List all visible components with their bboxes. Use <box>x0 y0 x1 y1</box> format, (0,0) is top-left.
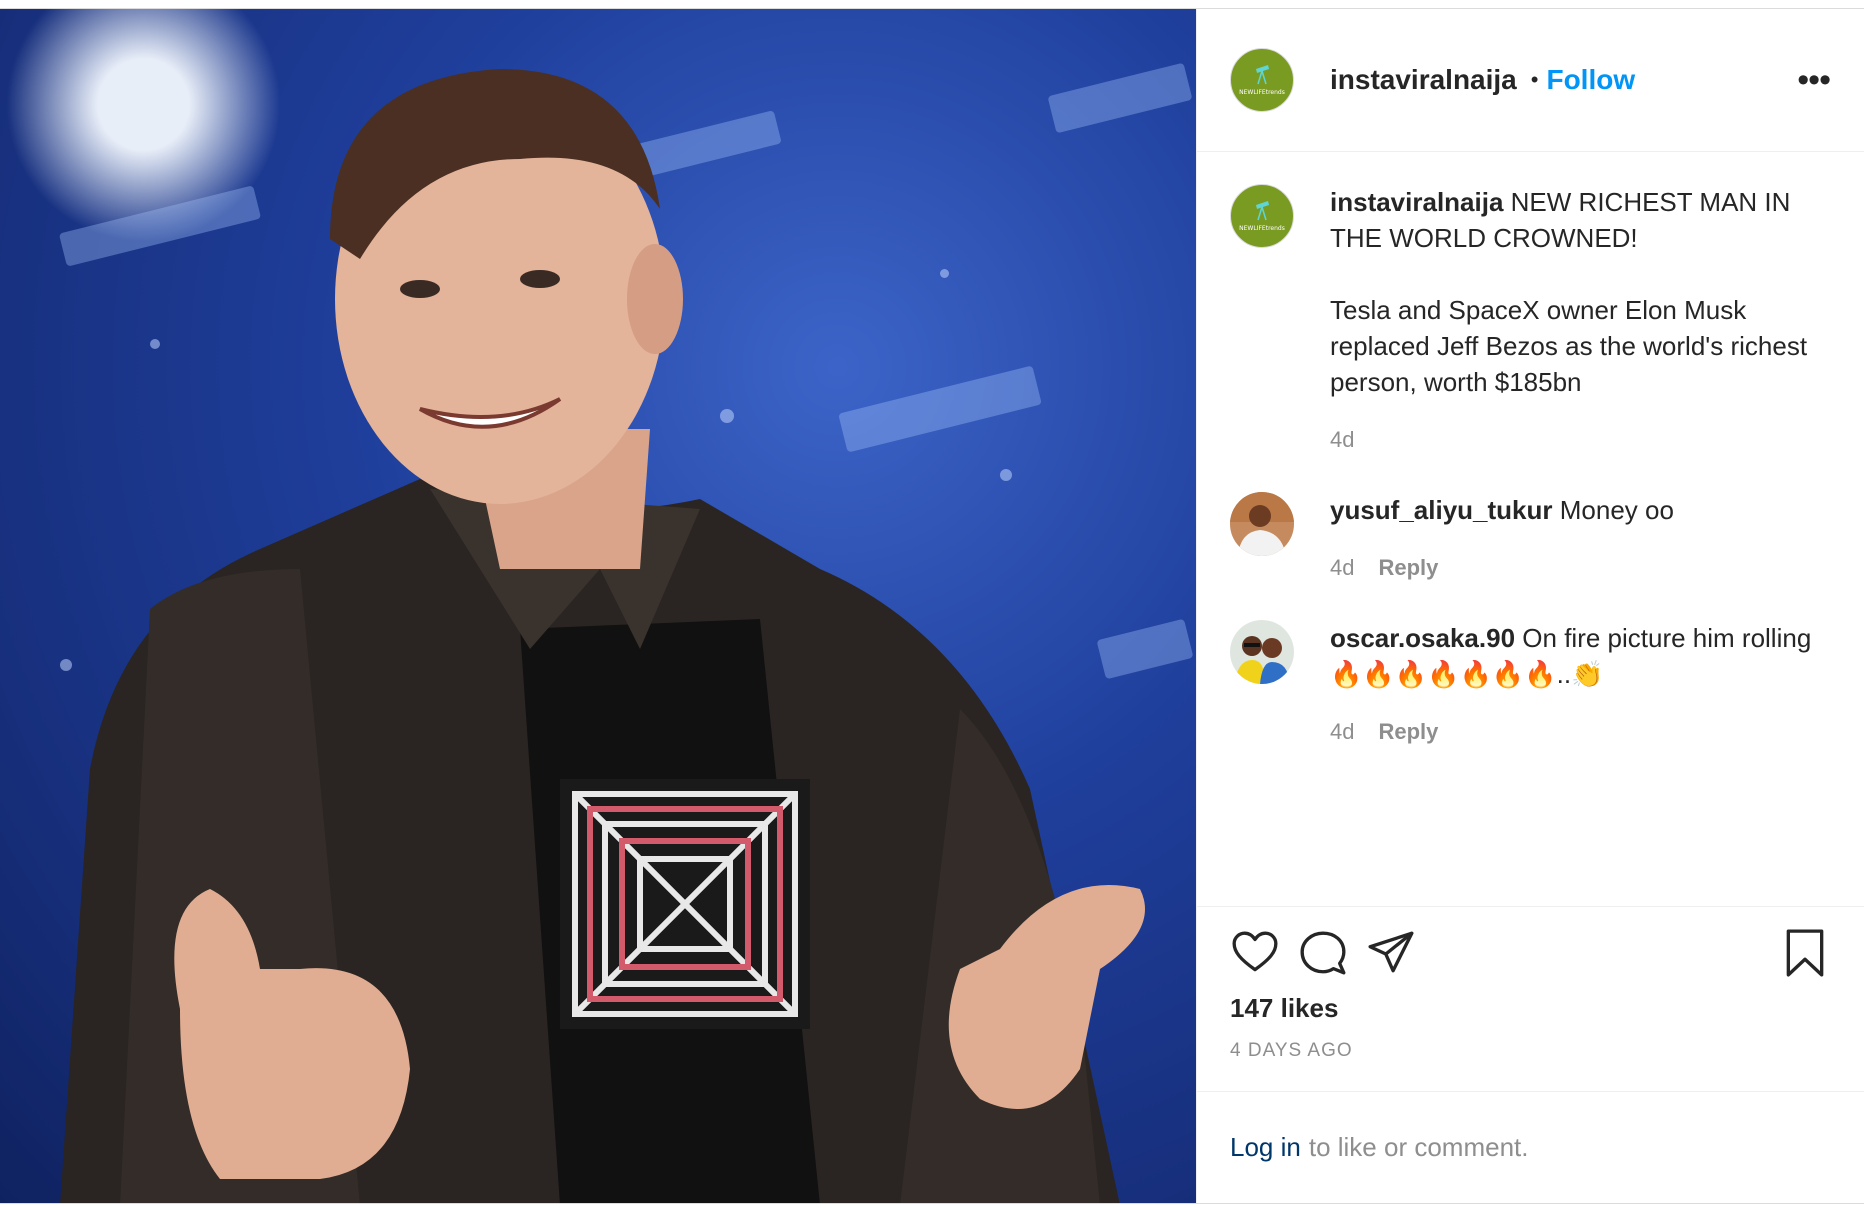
caption-time[interactable]: 4d <box>1330 422 1354 458</box>
comments-list: NEWLIFEtrends instaviralnaija NEW RICHES… <box>1197 152 1864 906</box>
action-icons <box>1230 925 1830 981</box>
login-prompt: Log in to like or comment. <box>1197 1091 1864 1203</box>
post-actions: 147 likes 4 DAYS AGO <box>1197 906 1864 1091</box>
post-header: NEWLIFEtrends instaviralnaija • Follow •… <box>1197 9 1864 152</box>
caption-paragraph: Tesla and SpaceX owner Elon Musk replace… <box>1330 295 1808 397</box>
reply-button[interactable]: Reply <box>1378 550 1438 586</box>
commenter-avatar[interactable] <box>1230 620 1294 684</box>
comment-username[interactable]: oscar.osaka.90 <box>1330 623 1515 653</box>
post-timestamp[interactable]: 4 DAYS AGO <box>1230 1040 1830 1062</box>
follow-button[interactable]: Follow <box>1546 64 1635 96</box>
comment-time[interactable]: 4d <box>1330 550 1354 586</box>
comment-icon[interactable] <box>1298 928 1348 978</box>
caption-author-avatar[interactable]: NEWLIFEtrends <box>1230 184 1294 248</box>
commenter-avatar[interactable] <box>1230 492 1294 556</box>
heart-icon[interactable] <box>1230 928 1280 978</box>
more-options-icon[interactable]: ••• <box>1797 63 1831 97</box>
person-illustration <box>60 69 1145 1203</box>
commenter-photo <box>1230 492 1294 556</box>
likes-count[interactable]: 147 likes <box>1230 993 1830 1024</box>
comment-time[interactable]: 4d <box>1330 714 1354 750</box>
login-prompt-text: to like or comment. <box>1308 1132 1529 1162</box>
comment-row: oscar.osaka.90 On fire picture him rolli… <box>1230 620 1834 750</box>
comment-row: yusuf_aliyu_tukur Money oo 4d Reply <box>1230 492 1834 586</box>
comment-body: oscar.osaka.90 On fire picture him rolli… <box>1330 620 1834 750</box>
caption-meta: 4d <box>1330 422 1834 458</box>
telescope-icon <box>1256 201 1269 221</box>
comment-meta: 4d Reply <box>1330 550 1834 586</box>
comment-text: Money oo <box>1559 495 1674 525</box>
login-link[interactable]: Log in <box>1230 1132 1301 1163</box>
commenter-photo <box>1230 620 1294 684</box>
post-side-panel: NEWLIFEtrends instaviralnaija • Follow •… <box>1196 9 1864 1203</box>
avatar-logo-text: NEWLIFEtrends <box>1239 225 1285 232</box>
comment-body: yusuf_aliyu_tukur Money oo 4d Reply <box>1330 492 1834 586</box>
avatar-logo-text: NEWLIFEtrends <box>1239 89 1285 96</box>
caption-body: instaviralnaija NEW RICHEST MAN IN THE W… <box>1330 184 1834 458</box>
comment-meta: 4d Reply <box>1330 714 1834 750</box>
caption-row: NEWLIFEtrends instaviralnaija NEW RICHES… <box>1230 184 1834 458</box>
post-container: NEWLIFEtrends instaviralnaija • Follow •… <box>0 8 1864 1204</box>
comment-username[interactable]: yusuf_aliyu_tukur <box>1330 495 1553 525</box>
post-photo[interactable] <box>0 9 1196 1203</box>
telescope-icon <box>1256 65 1269 85</box>
author-avatar[interactable]: NEWLIFEtrends <box>1230 48 1294 112</box>
share-icon[interactable] <box>1366 928 1416 978</box>
caption-username[interactable]: instaviralnaija <box>1330 187 1503 217</box>
separator-dot: • <box>1530 67 1539 92</box>
reply-button[interactable]: Reply <box>1378 714 1438 750</box>
bookmark-icon[interactable] <box>1780 928 1830 978</box>
author-username[interactable]: instaviralnaija <box>1330 64 1517 96</box>
